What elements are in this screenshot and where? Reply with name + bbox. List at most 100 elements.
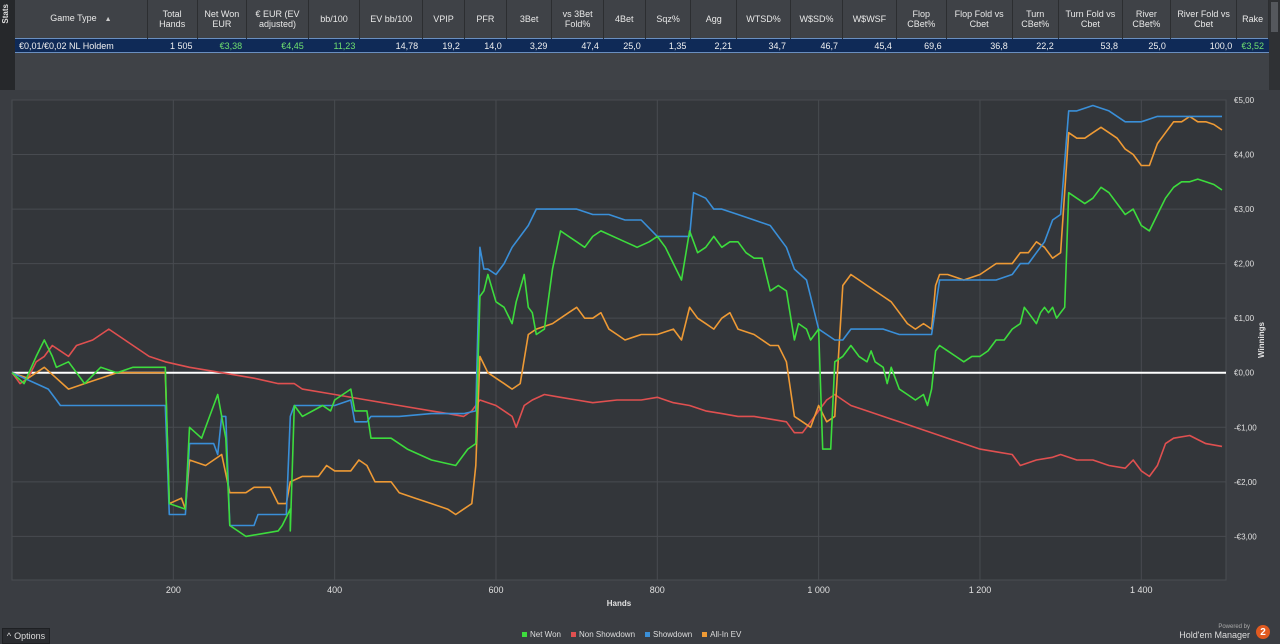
table-cell: 47,4	[551, 38, 604, 53]
x-tick-label: 1 400	[1130, 585, 1153, 595]
stats-table: Game Type ▲ Total Hands Net Won EUR € EUR (E…	[15, 0, 1269, 53]
column-header-label: Turn Fold vs Cbet	[1065, 9, 1116, 29]
y-tick-label: €2,00	[1234, 260, 1255, 269]
column-header-label: Rake	[1242, 14, 1264, 24]
table-cell: 22,2	[1012, 38, 1059, 53]
legend-item[interactable]: Non Showdown	[570, 630, 636, 639]
y-tick-label: €5,00	[1234, 96, 1255, 105]
x-tick-label: 800	[650, 585, 665, 595]
column-header-label: Flop CBet%	[907, 9, 936, 29]
table-cell: 1,35	[645, 38, 692, 53]
y-tick-label: €0,00	[1234, 369, 1255, 378]
y-tick-label: -€3,00	[1234, 532, 1257, 541]
y-tick-label: €4,00	[1234, 151, 1255, 160]
column-header-label: W$SD%	[799, 14, 834, 24]
table-cell: 34,7	[736, 38, 791, 53]
column-header[interactable]: EV bb/100	[359, 0, 424, 39]
column-header[interactable]: Flop CBet%	[896, 0, 947, 39]
sort-ascending-icon[interactable]: ▲	[105, 16, 112, 23]
table-cell: €3,38	[197, 38, 248, 53]
column-header[interactable]: VPIP	[422, 0, 465, 39]
winnings-chart-svg: 200 400 600 800 1 000 1 200 1 400 €5,00 €4,00 €3,…	[11, 96, 1266, 608]
table-cell: €3,52	[1236, 38, 1269, 53]
column-header[interactable]: WTSD%	[736, 0, 791, 39]
scrollbar-thumb[interactable]	[1271, 2, 1278, 32]
y-tick-label: -€2,00	[1234, 478, 1257, 487]
column-header-label: 4Bet	[615, 14, 634, 24]
chevron-up-icon: ^	[6, 631, 12, 641]
column-header[interactable]: Game Type ▲	[15, 0, 148, 39]
column-header-label: Turn CBet%	[1021, 9, 1050, 29]
column-header[interactable]: Turn Fold vs Cbet	[1058, 0, 1123, 39]
stats-header-row: Game Type ▲ Total Hands Net Won EUR € EUR (E…	[15, 0, 1269, 39]
table-cell: 3,29	[506, 38, 553, 53]
legend-swatch	[570, 632, 576, 637]
column-header-label: EV bb/100	[370, 14, 413, 24]
column-header-label: River Fold vs Cbet	[1177, 9, 1230, 29]
column-header[interactable]: W$SD%	[790, 0, 844, 39]
table-cell: 19,2	[422, 38, 465, 53]
table-cell: €0,01/€0,02 NL Holdem	[15, 38, 148, 53]
table-cell: 11,23	[308, 38, 361, 53]
stats-side-tab-label: Stats	[1, 4, 10, 24]
column-header[interactable]: PFR	[464, 0, 507, 39]
column-header-label: vs 3Bet Fold%	[562, 9, 593, 29]
column-header-label: WTSD%	[746, 14, 781, 24]
y-tick-label: €1,00	[1234, 314, 1255, 323]
table-cell: 45,4	[842, 38, 897, 53]
x-axis-label: Hands	[607, 599, 632, 608]
legend-swatch	[522, 632, 527, 637]
legend-label: All-In EV	[710, 630, 742, 639]
winnings-graph: 200 400 600 800 1 000 1 200 1 400 €5,00 €4,00 €3,…	[0, 92, 1280, 644]
legend-label: Showdown	[653, 630, 693, 639]
table-cell: 14,0	[464, 38, 507, 53]
table-cell: 46,7	[790, 38, 844, 53]
plot-area	[11, 99, 1227, 581]
column-header[interactable]: River Fold vs Cbet	[1170, 0, 1238, 39]
stats-side-tab[interactable]: Stats	[0, 0, 16, 90]
column-header[interactable]: 3Bet	[506, 0, 553, 39]
y-axis-label: Winnings	[1257, 321, 1266, 357]
legend-item[interactable]: Net Won	[522, 630, 561, 639]
legend-swatch	[702, 632, 708, 637]
column-header-label: River CBet%	[1132, 9, 1161, 29]
legend-item[interactable]: Showdown	[645, 630, 692, 639]
chart-legend: Net Won Non Showdown Showdown All-In EV	[522, 630, 741, 639]
table-cell: 1 505	[147, 38, 198, 53]
legend-label: Net Won	[530, 630, 561, 639]
table-cell: €4,45	[246, 38, 309, 53]
brand-name: Hold'em Manager	[1179, 630, 1250, 640]
column-header[interactable]: bb/100	[308, 0, 361, 39]
column-header[interactable]: W$WSF	[842, 0, 897, 39]
column-header[interactable]: Agg	[690, 0, 738, 39]
stats-panel: Game Type ▲ Total Hands Net Won EUR € EUR (E…	[15, 0, 1280, 90]
legend-item[interactable]: All-In EV	[702, 630, 741, 639]
column-header-label: Game Type	[50, 13, 97, 23]
x-tick-label: 1 000	[807, 585, 830, 595]
column-header[interactable]: € EUR (EV adjusted)	[246, 0, 309, 39]
column-header[interactable]: Turn CBet%	[1012, 0, 1059, 39]
legend-swatch	[645, 632, 651, 637]
column-header-label: 3Bet	[519, 14, 539, 24]
column-header[interactable]: River CBet%	[1122, 0, 1171, 39]
table-cell: 100,0	[1170, 38, 1238, 53]
legend-label: Non Showdown	[578, 630, 636, 639]
table-cell: 36,8	[946, 38, 1013, 53]
column-header[interactable]: Net Won EUR	[197, 0, 248, 39]
column-header-label: W$WSF	[852, 14, 887, 24]
column-header[interactable]: Flop Fold vs Cbet	[946, 0, 1013, 39]
options-button[interactable]: ^ Options	[2, 628, 50, 644]
column-header-label: Total Hands	[159, 9, 186, 29]
column-header-label: Agg	[705, 14, 722, 24]
column-header[interactable]: Total Hands	[147, 0, 198, 39]
column-header[interactable]: vs 3Bet Fold%	[551, 0, 604, 39]
column-header-label: PFR	[476, 14, 495, 24]
x-tick-label: 200	[166, 585, 181, 595]
table-cell: 2,21	[690, 38, 738, 53]
x-tick-label: 1 200	[969, 585, 992, 595]
column-header[interactable]: 4Bet	[603, 0, 646, 39]
column-header[interactable]: Sqz%	[645, 0, 692, 39]
column-header[interactable]: Rake	[1236, 0, 1269, 39]
stats-scrollbar[interactable]	[1269, 0, 1280, 90]
table-row[interactable]: €0,01/€0,02 NL Holdem 1 505 €3,38 €4,45 11,2…	[15, 38, 1269, 53]
